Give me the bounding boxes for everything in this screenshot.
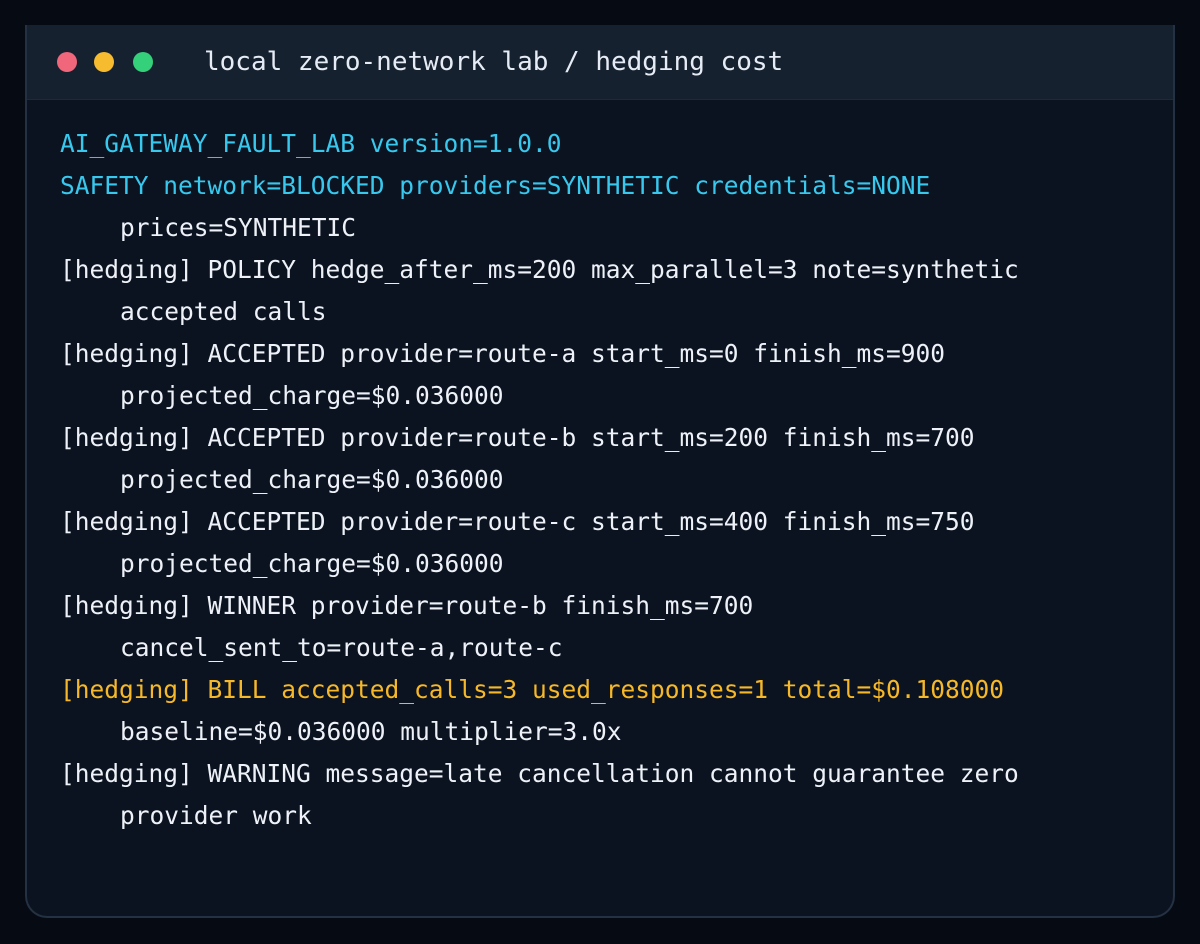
terminal-line: SAFETY network=BLOCKED providers=SYNTHET… [60,171,931,200]
terminal-line: [hedging] POLICY hedge_after_ms=200 max_… [60,255,1019,284]
terminal-line: cancel_sent_to=route-a,route-c [120,633,563,662]
terminal-line: provider work [120,801,312,830]
maximize-button[interactable] [133,52,153,72]
terminal-line: baseline=$0.036000 multiplier=3.0x [120,717,622,746]
terminal-line: projected_charge=$0.036000 [120,549,504,578]
terminal-line: [hedging] WARNING message=late cancellat… [60,759,1019,788]
close-button[interactable] [57,52,77,72]
terminal-line: [hedging] ACCEPTED provider=route-c star… [60,507,975,536]
terminal-line: projected_charge=$0.036000 [120,381,504,410]
terminal-window: local zero-network lab / hedging cost AI… [25,25,1175,918]
terminal-line: [hedging] WINNER provider=route-b finish… [60,591,754,620]
terminal-line: AI_GATEWAY_FAULT_LAB version=1.0.0 [60,129,562,158]
terminal-output[interactable]: AI_GATEWAY_FAULT_LAB version=1.0.0 SAFET… [60,123,1160,837]
window-title: local zero-network lab / hedging cost [204,47,784,77]
terminal-line: [hedging] BILL accepted_calls=3 used_res… [60,675,1005,704]
terminal-line: [hedging] ACCEPTED provider=route-a star… [60,339,946,368]
terminal-line: projected_charge=$0.036000 [120,465,504,494]
terminal-line: prices=SYNTHETIC [120,213,357,242]
terminal-line: accepted calls [120,297,327,326]
minimize-button[interactable] [94,52,114,72]
terminal-line: [hedging] ACCEPTED provider=route-b star… [60,423,975,452]
title-bar: local zero-network lab / hedging cost [27,25,1173,100]
